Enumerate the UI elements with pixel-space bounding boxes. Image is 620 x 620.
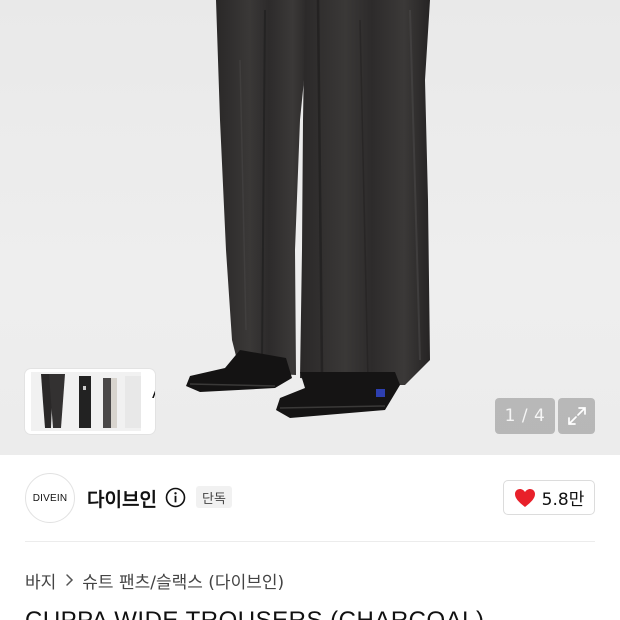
thumbnail-images	[31, 372, 141, 431]
breadcrumb: 바지 슈트 팬츠/슬랙스 (다이브인)	[25, 568, 284, 593]
brand-logo-text: DIVEIN	[32, 492, 68, 504]
brand-name-link[interactable]: 다이브인	[87, 485, 157, 512]
exclusive-badge: 단독	[196, 486, 232, 508]
image-counter: 1 / 4	[495, 398, 555, 434]
ai-thumbnail-strip[interactable]: AI	[25, 369, 155, 434]
like-button[interactable]: 5.8만	[503, 480, 595, 515]
brand-row: DIVEIN 다이브인 단독 5.8만	[0, 455, 620, 541]
product-title: CUPPA WIDE TROUSERS (CHARCOAL)	[25, 607, 485, 620]
chevron-right-icon	[66, 574, 74, 586]
breadcrumb-item-pants[interactable]: 바지	[25, 568, 56, 593]
expand-icon	[567, 407, 586, 425]
product-image-carousel[interactable]: AI 1 / 4	[0, 0, 620, 455]
expand-image-button[interactable]	[558, 398, 595, 434]
brand-logo[interactable]: DIVEIN	[25, 473, 75, 523]
breadcrumb-item-slacks[interactable]: 슈트 팬츠/슬랙스 (다이브인)	[82, 568, 284, 593]
heart-icon	[514, 488, 535, 507]
info-icon[interactable]	[165, 487, 186, 508]
like-count: 5.8만	[541, 490, 585, 510]
divider	[25, 541, 595, 542]
ai-label: AI	[152, 383, 155, 402]
